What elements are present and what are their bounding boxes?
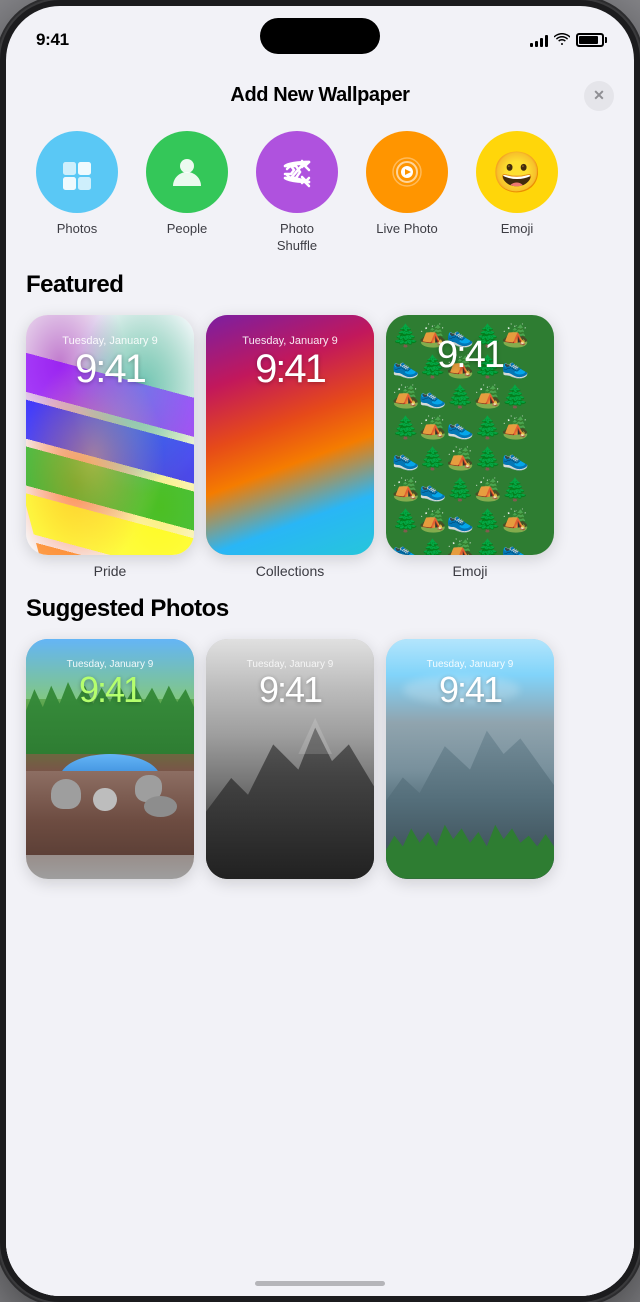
live-label: Live Photo (376, 221, 437, 238)
status-time: 9:41 (36, 30, 69, 50)
collections-name: Collections (256, 563, 324, 579)
photos-label: Photos (57, 221, 97, 238)
featured-title: Featured (26, 271, 614, 299)
status-icons (530, 32, 604, 49)
shuffle-label: PhotoShuffle (277, 221, 317, 255)
wifi-icon (554, 32, 570, 49)
signal-icon (530, 33, 548, 47)
emoji-display-icon: 😀 (492, 149, 542, 196)
people-icon-circle (146, 131, 228, 213)
screen: 9:41 (6, 6, 634, 1296)
dynamic-island (260, 18, 380, 54)
featured-collections-card[interactable]: Tuesday, January 9 9:41 Collections (206, 315, 374, 579)
emoji-wp-preview: 🌲🏕️👟🌲🏕️ 👟🌲🏕️🌲👟 🏕️👟🌲🏕️🌲 🌲🏕️👟🌲🏕️ 👟🌲🏕️🌲👟 🏕️… (386, 315, 554, 555)
content-area: Add New Wallpaper ✕ (6, 60, 634, 1296)
pride-preview: Tuesday, January 9 9:41 (26, 315, 194, 555)
emoji-icon-circle: 😀 (476, 131, 558, 213)
featured-pride-card[interactable]: Tuesday, January 9 9:41 Pride (26, 315, 194, 579)
wallpaper-type-people[interactable]: People (132, 131, 242, 255)
wallpaper-types-scroll[interactable]: Photos People (6, 123, 634, 271)
mountain-color-time-overlay: Tuesday, January 9 9:41 (386, 639, 554, 720)
battery-icon (576, 33, 604, 47)
suggested-mountain-bw-card[interactable]: Tuesday, January 9 9:41 (206, 639, 374, 879)
people-label: People (167, 221, 207, 238)
close-button[interactable]: ✕ (584, 81, 614, 111)
photos-icon (57, 152, 97, 192)
add-wallpaper-sheet: Add New Wallpaper ✕ (6, 60, 634, 1296)
mountain-color-preview: Tuesday, January 9 9:41 (386, 639, 554, 879)
photos-icon-circle (36, 131, 118, 213)
mountain-bw-time-overlay: Tuesday, January 9 9:41 (206, 639, 374, 720)
wallpaper-type-photos[interactable]: Photos (22, 131, 132, 255)
featured-grid: Tuesday, January 9 9:41 Pride (26, 315, 614, 579)
suggested-section: Suggested Photos (6, 595, 634, 895)
wallpaper-type-emoji[interactable]: 😀 Emoji (462, 131, 572, 255)
stream-time-overlay: Tuesday, January 9 9:41 (26, 639, 194, 720)
live-icon-circle (366, 131, 448, 213)
suggested-grid: Tuesday, January 9 9:41 (26, 639, 614, 879)
suggested-mountain-color-card[interactable]: Tuesday, January 9 9:41 (386, 639, 554, 879)
featured-section: Featured (6, 271, 634, 595)
pride-time-overlay: Tuesday, January 9 9:41 (26, 315, 194, 401)
suggested-stream-card[interactable]: Tuesday, January 9 9:41 (26, 639, 194, 879)
wallpaper-type-live[interactable]: Live Photo (352, 131, 462, 255)
wallpaper-type-shuffle[interactable]: PhotoShuffle (242, 131, 352, 255)
shuffle-icon-circle (256, 131, 338, 213)
close-icon: ✕ (593, 87, 605, 104)
people-icon (167, 152, 207, 192)
stream-preview: Tuesday, January 9 9:41 (26, 639, 194, 879)
featured-emoji-card[interactable]: 🌲🏕️👟🌲🏕️ 👟🌲🏕️🌲👟 🏕️👟🌲🏕️🌲 🌲🏕️👟🌲🏕️ 👟🌲🏕️🌲👟 🏕️… (386, 315, 554, 579)
emoji-wp-name: Emoji (452, 563, 487, 579)
sheet-title: Add New Wallpaper (230, 84, 409, 107)
sheet-header: Add New Wallpaper ✕ (6, 76, 634, 123)
phone-frame: 9:41 (0, 0, 640, 1302)
emoji-label: Emoji (501, 221, 534, 238)
home-indicator (255, 1281, 385, 1286)
emoji-time-overlay: 9:41 (386, 315, 554, 387)
collections-time-overlay: Tuesday, January 9 9:41 (206, 315, 374, 401)
mountain-bw-preview: Tuesday, January 9 9:41 (206, 639, 374, 879)
pride-name: Pride (94, 563, 127, 579)
collections-preview: Tuesday, January 9 9:41 (206, 315, 374, 555)
suggested-title: Suggested Photos (26, 595, 614, 623)
live-photo-icon (387, 152, 427, 192)
shuffle-icon (277, 152, 317, 192)
